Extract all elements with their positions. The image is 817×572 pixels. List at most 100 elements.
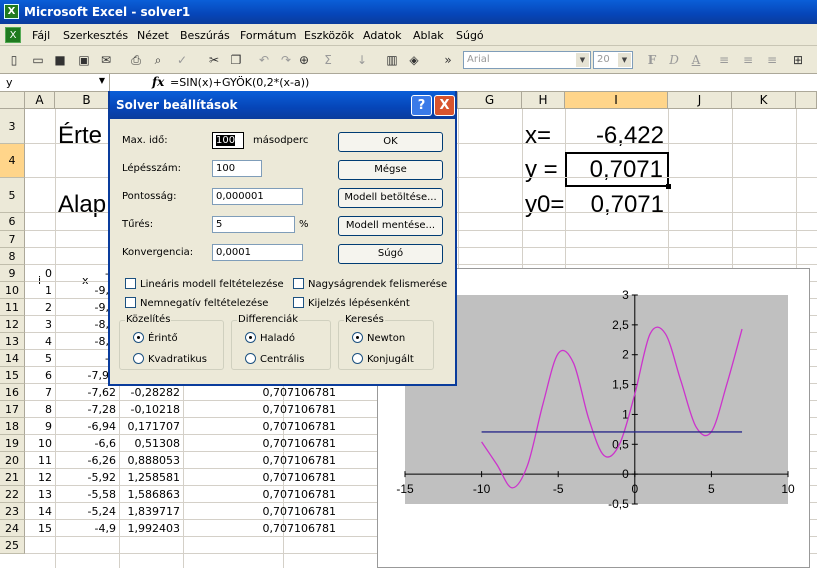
cell-y[interactable]: 1,839717 — [119, 505, 181, 518]
row-header[interactable]: 13 — [0, 333, 25, 350]
cell-y[interactable]: 1,992403 — [119, 522, 181, 535]
cell-index[interactable]: 3 — [25, 318, 52, 331]
italic-icon[interactable]: D — [666, 52, 682, 68]
col-header-g[interactable]: G — [458, 92, 522, 109]
row-header[interactable]: 21 — [0, 469, 25, 486]
cell-index[interactable]: 14 — [25, 505, 52, 518]
cell-x[interactable]: -9,6 — [55, 284, 116, 297]
convergence-input[interactable]: 0,0001 — [212, 244, 303, 261]
cancel-button[interactable]: Mégse — [338, 160, 443, 180]
workbook-icon[interactable]: X — [5, 27, 21, 43]
cell-h4[interactable]: y = — [525, 156, 558, 184]
undo-icon[interactable]: ↶ — [256, 52, 272, 68]
cell-index[interactable]: 8 — [25, 403, 52, 416]
cell-y[interactable]: 1,258581 — [119, 471, 181, 484]
row-header[interactable]: 3 — [0, 109, 25, 144]
cell-x[interactable]: -8,9 — [55, 318, 116, 331]
max-time-input[interactable]: 100 — [212, 132, 244, 149]
cell-y[interactable]: 0,171707 — [119, 420, 181, 433]
cell-y[interactable]: 0,888053 — [119, 454, 181, 467]
cell-y0[interactable]: 0,707106781 — [183, 454, 336, 467]
font-size-combo[interactable]: 20 ▼ — [593, 51, 633, 69]
print-preview-icon[interactable]: ⌕ — [150, 52, 166, 68]
cell-b3[interactable]: Érte — [58, 122, 102, 150]
underline-icon[interactable]: A — [688, 52, 704, 68]
align-center-icon[interactable]: ≡ — [740, 52, 756, 68]
cell-x[interactable]: -6,26 — [55, 454, 116, 467]
dialog-title-bar[interactable]: Solver beállítások ? X — [110, 91, 455, 119]
insert-function-icon[interactable]: fx — [152, 75, 164, 89]
cell-x[interactable]: -8 — [55, 352, 116, 365]
bold-icon[interactable]: F — [644, 52, 660, 68]
cell-y0[interactable]: 0,707106781 — [183, 437, 336, 450]
cell-index[interactable]: 7 — [25, 386, 52, 399]
central-radio[interactable]: Centrális — [245, 353, 304, 365]
quadratic-radio[interactable]: Kvadratikus — [133, 353, 207, 365]
row-header[interactable]: 24 — [0, 520, 25, 537]
menu-tools[interactable]: Eszközök — [304, 29, 354, 42]
cell-x[interactable]: -4,9 — [55, 522, 116, 535]
cell-b5[interactable]: Alap — [58, 191, 106, 219]
load-model-button[interactable]: Modell betöltése... — [338, 188, 443, 208]
cell-y0[interactable]: 0,707106781 — [183, 505, 336, 518]
checkbox-box[interactable] — [125, 297, 136, 308]
cell-y[interactable]: 0,51308 — [119, 437, 181, 450]
ok-button[interactable]: OK — [338, 132, 443, 152]
cell-x[interactable]: -6,6 — [55, 437, 116, 450]
cell-index[interactable]: 12 — [25, 471, 52, 484]
active-cell-i4[interactable]: 0,7071 — [565, 152, 671, 189]
cell-y[interactable]: -0,10218 — [119, 403, 180, 416]
cell-y0[interactable]: 0,707106781 — [183, 403, 336, 416]
precision-input[interactable]: 0,000001 — [212, 188, 303, 205]
merge-center-icon[interactable]: ⊞ — [790, 52, 806, 68]
menu-window[interactable]: Ablak — [413, 29, 444, 42]
cell-index[interactable]: 1 — [25, 284, 52, 297]
toolbar-options-icon[interactable]: » — [440, 52, 456, 68]
conjugate-radio[interactable]: Konjugált — [352, 353, 414, 365]
cell-h3[interactable]: x= — [525, 122, 551, 150]
cell-x[interactable]: -5,24 — [55, 505, 116, 518]
sort-asc-icon[interactable]: ↓ — [354, 52, 370, 68]
radio-dot[interactable] — [133, 353, 144, 364]
save-model-button[interactable]: Modell mentése... — [338, 216, 443, 236]
checkbox-box[interactable] — [125, 278, 136, 289]
align-left-icon[interactable]: ≡ — [716, 52, 732, 68]
radio-dot[interactable] — [133, 332, 144, 343]
newton-radio[interactable]: Newton — [352, 332, 405, 344]
spelling-icon[interactable]: ✓ — [174, 52, 190, 68]
row-header[interactable]: 20 — [0, 452, 25, 469]
tolerance-input[interactable]: 5 — [212, 216, 295, 233]
permission-icon[interactable]: ▣ — [76, 52, 92, 68]
row-header[interactable]: 19 — [0, 435, 25, 452]
name-box-dropdown-icon[interactable]: ▼ — [99, 76, 105, 85]
cell-index[interactable]: 15 — [25, 522, 52, 535]
row-header[interactable]: 7 — [0, 231, 25, 248]
forward-radio[interactable]: Haladó — [245, 332, 295, 344]
linear-model-checkbox[interactable]: Lineáris modell feltételezése — [125, 278, 284, 290]
col-header-k[interactable]: K — [732, 92, 796, 109]
cell-x[interactable]: -5,92 — [55, 471, 116, 484]
cell-index[interactable]: 2 — [25, 301, 52, 314]
cell-x[interactable]: -1 — [55, 267, 116, 280]
row-header[interactable]: 10 — [0, 282, 25, 299]
row-header[interactable]: 14 — [0, 350, 25, 367]
row-header[interactable]: 4 — [0, 144, 25, 178]
font-name-combo[interactable]: Arial ▼ — [463, 51, 591, 69]
cell-index[interactable]: 4 — [25, 335, 52, 348]
radio-dot[interactable] — [245, 332, 256, 343]
cell-y[interactable]: 1,586863 — [119, 488, 181, 501]
menu-edit[interactable]: Szerkesztés — [63, 29, 128, 42]
row-header[interactable]: 16 — [0, 384, 25, 401]
col-header-h[interactable]: H — [522, 92, 565, 109]
hyperlink-icon[interactable]: ⊕ — [296, 52, 312, 68]
autosum-icon[interactable]: Σ — [320, 52, 336, 68]
cell-x[interactable]: -6,94 — [55, 420, 116, 433]
cell-index[interactable]: 0 — [25, 267, 52, 280]
cell-y[interactable]: -0,28282 — [119, 386, 180, 399]
cell-x[interactable]: -7,96 — [55, 369, 116, 382]
align-right-icon[interactable]: ≡ — [764, 52, 780, 68]
non-negative-checkbox[interactable]: Nemnegatív feltételezése — [125, 297, 268, 309]
row-header[interactable]: 22 — [0, 486, 25, 503]
col-header-j[interactable]: J — [668, 92, 732, 109]
open-icon[interactable]: ▭ — [30, 52, 46, 68]
